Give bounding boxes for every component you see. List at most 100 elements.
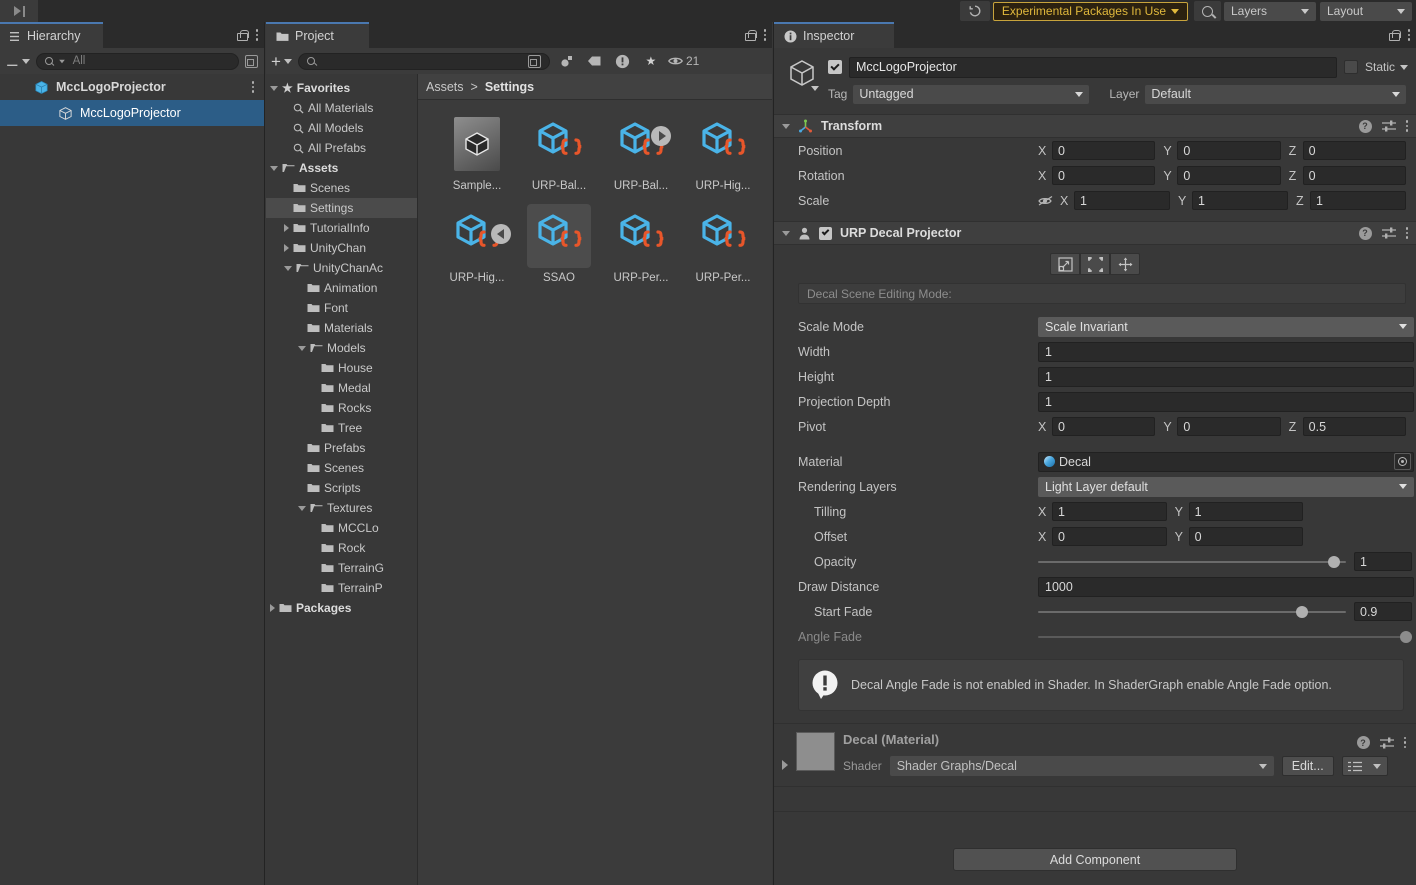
project-tree-item[interactable]: All Prefabs [266, 138, 417, 158]
asset-grid-item[interactable]: URP-Per... [682, 204, 764, 284]
chevron-down-icon[interactable] [284, 266, 292, 271]
draw-distance-field[interactable]: 1000 [1038, 577, 1414, 597]
shader-dropdown[interactable]: Shader Graphs/Decal [890, 756, 1274, 776]
lock-icon[interactable] [1389, 30, 1398, 41]
warning-filter-button[interactable] [612, 50, 634, 72]
chevron-down-icon[interactable] [270, 166, 278, 171]
favorite-filter-button[interactable]: ★ [640, 50, 662, 72]
project-tree-item[interactable]: Scenes [266, 178, 417, 198]
uv-tool-button[interactable] [1080, 253, 1110, 275]
chevron-down-icon[interactable] [782, 124, 790, 129]
history-button[interactable] [960, 1, 990, 21]
project-tree-item[interactable]: Packages [266, 598, 417, 618]
hierarchy-search-input[interactable]: All [36, 53, 239, 70]
offset-y-field[interactable]: 0 [1189, 527, 1304, 546]
hierarchy-row-gameobject[interactable]: MccLogoProjector [0, 100, 264, 126]
project-tree-item[interactable]: UnityChan [266, 238, 417, 258]
layout-dropdown[interactable]: Layout [1320, 2, 1412, 21]
project-tree-item[interactable]: House [266, 358, 417, 378]
hierarchy-row-scene[interactable]: MccLogoProjector [0, 74, 264, 100]
rotation-z-field[interactable]: 0 [1303, 166, 1406, 185]
project-tree-item[interactable]: Tree [266, 418, 417, 438]
kebab-menu-icon[interactable] [1408, 29, 1411, 41]
opacity-slider[interactable] [1038, 552, 1346, 572]
slider-knob[interactable] [1328, 556, 1340, 568]
project-tree-item[interactable]: Prefabs [266, 438, 417, 458]
project-tree-item[interactable]: All Models [266, 118, 417, 138]
lock-icon[interactable] [745, 30, 754, 41]
scale-y-field[interactable]: 1 [1192, 191, 1288, 210]
project-tree-item[interactable]: Materials [266, 318, 417, 338]
pivot-z-field[interactable]: 0.5 [1303, 417, 1406, 436]
static-dropdown[interactable]: Static [1365, 60, 1408, 74]
position-z-field[interactable]: 0 [1303, 141, 1406, 160]
chevron-down-icon[interactable] [270, 86, 278, 91]
shader-list-button[interactable] [1342, 756, 1388, 776]
rendering-layers-dropdown[interactable]: Light Layer default [1038, 477, 1414, 497]
chevron-down-icon[interactable] [782, 231, 790, 236]
create-dropdown[interactable]: ⚊ [6, 53, 30, 70]
static-checkbox[interactable] [1344, 60, 1358, 74]
tag-dropdown[interactable]: Untagged [853, 85, 1089, 104]
project-tree-item[interactable]: Medal [266, 378, 417, 398]
chevron-right-icon[interactable] [284, 224, 289, 232]
project-tree-item[interactable]: All Materials [266, 98, 417, 118]
kebab-menu-icon[interactable] [256, 29, 259, 41]
width-field[interactable]: 1 [1038, 342, 1414, 362]
start-fade-value-field[interactable]: 0.9 [1354, 602, 1412, 621]
slider-knob[interactable] [1296, 606, 1308, 618]
object-picker-button[interactable] [1394, 453, 1411, 470]
edit-shader-button[interactable]: Edit... [1282, 756, 1334, 776]
asset-grid-item[interactable]: URP-Hig... [436, 204, 518, 284]
project-tree-item[interactable]: Assets [266, 158, 417, 178]
position-y-field[interactable]: 0 [1177, 141, 1280, 160]
popout-icon[interactable] [528, 55, 541, 68]
layer-dropdown[interactable]: Default [1145, 85, 1406, 104]
visible-count[interactable]: 21 [668, 50, 699, 72]
layers-dropdown[interactable]: Layers [1224, 2, 1316, 21]
project-tree-item[interactable]: Animation [266, 278, 417, 298]
experimental-packages-badge[interactable]: Experimental Packages In Use [993, 2, 1188, 21]
kebab-menu-icon[interactable] [764, 29, 767, 41]
popout-icon[interactable] [245, 55, 258, 68]
decal-component-header[interactable]: URP Decal Projector ? [774, 221, 1416, 245]
chevron-down-icon[interactable] [811, 86, 819, 91]
pivot-x-field[interactable]: 0 [1052, 417, 1155, 436]
chevron-down-icon[interactable] [298, 346, 306, 351]
scale-x-field[interactable]: 1 [1074, 191, 1170, 210]
tilling-y-field[interactable]: 1 [1189, 502, 1304, 521]
preset-icon[interactable] [1382, 120, 1396, 132]
breadcrumb-root[interactable]: Assets [426, 80, 464, 94]
project-tree-item[interactable]: Settings [266, 198, 417, 218]
kebab-menu-icon[interactable] [1406, 120, 1409, 132]
asset-grid-item[interactable]: Sample... [436, 112, 518, 192]
project-tree-item[interactable]: Scripts [266, 478, 417, 498]
project-tree-item[interactable]: MCCLo [266, 518, 417, 538]
project-tree-item[interactable]: Rocks [266, 398, 417, 418]
project-tree-item[interactable]: Font [266, 298, 417, 318]
package-filter-button[interactable] [556, 50, 578, 72]
project-tree-item[interactable]: Scenes [266, 458, 417, 478]
project-tree-item[interactable]: ★Favorites [266, 78, 417, 98]
asset-grid-item[interactable]: URP-Bal... [518, 112, 600, 192]
scale-tool-button[interactable] [1050, 253, 1080, 275]
asset-grid-item[interactable]: URP-Hig... [682, 112, 764, 192]
move-pivot-tool-button[interactable] [1110, 253, 1140, 275]
help-icon[interactable]: ? [1359, 227, 1372, 240]
chevron-down-icon[interactable] [298, 506, 306, 511]
decal-enabled-checkbox[interactable] [819, 227, 832, 240]
asset-grid-item[interactable]: SSAO [518, 204, 600, 284]
gameobject-enabled-checkbox[interactable] [828, 60, 842, 74]
position-x-field[interactable]: 0 [1052, 141, 1155, 160]
project-tree-item[interactable]: TutorialInfo [266, 218, 417, 238]
transform-component-header[interactable]: Transform ? [774, 114, 1416, 138]
opacity-value-field[interactable]: 1 [1354, 552, 1412, 571]
tab-inspector[interactable]: Inspector [774, 22, 894, 48]
kebab-menu-icon[interactable] [1406, 227, 1409, 239]
rotation-y-field[interactable]: 0 [1177, 166, 1280, 185]
gameobject-name-field[interactable]: MccLogoProjector [849, 57, 1337, 78]
label-filter-button[interactable] [584, 50, 606, 72]
help-icon[interactable]: ? [1357, 736, 1370, 749]
offset-x-field[interactable]: 0 [1052, 527, 1167, 546]
project-tree-item[interactable]: TerrainG [266, 558, 417, 578]
